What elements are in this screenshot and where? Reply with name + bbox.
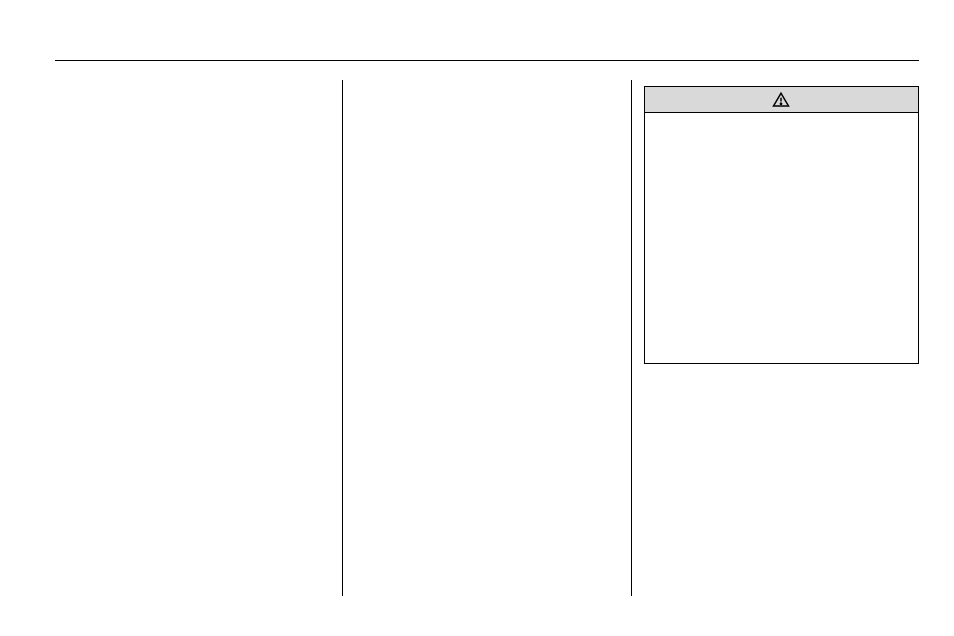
warning-triangle-icon: [772, 91, 790, 109]
page-columns: [55, 80, 919, 596]
warning-body: [645, 113, 918, 363]
horizontal-rule: [55, 60, 919, 61]
warning-header: [645, 87, 918, 113]
column-left: [55, 80, 342, 596]
column-middle: [343, 80, 630, 596]
warning-box: [644, 86, 919, 364]
column-right: [632, 80, 919, 596]
